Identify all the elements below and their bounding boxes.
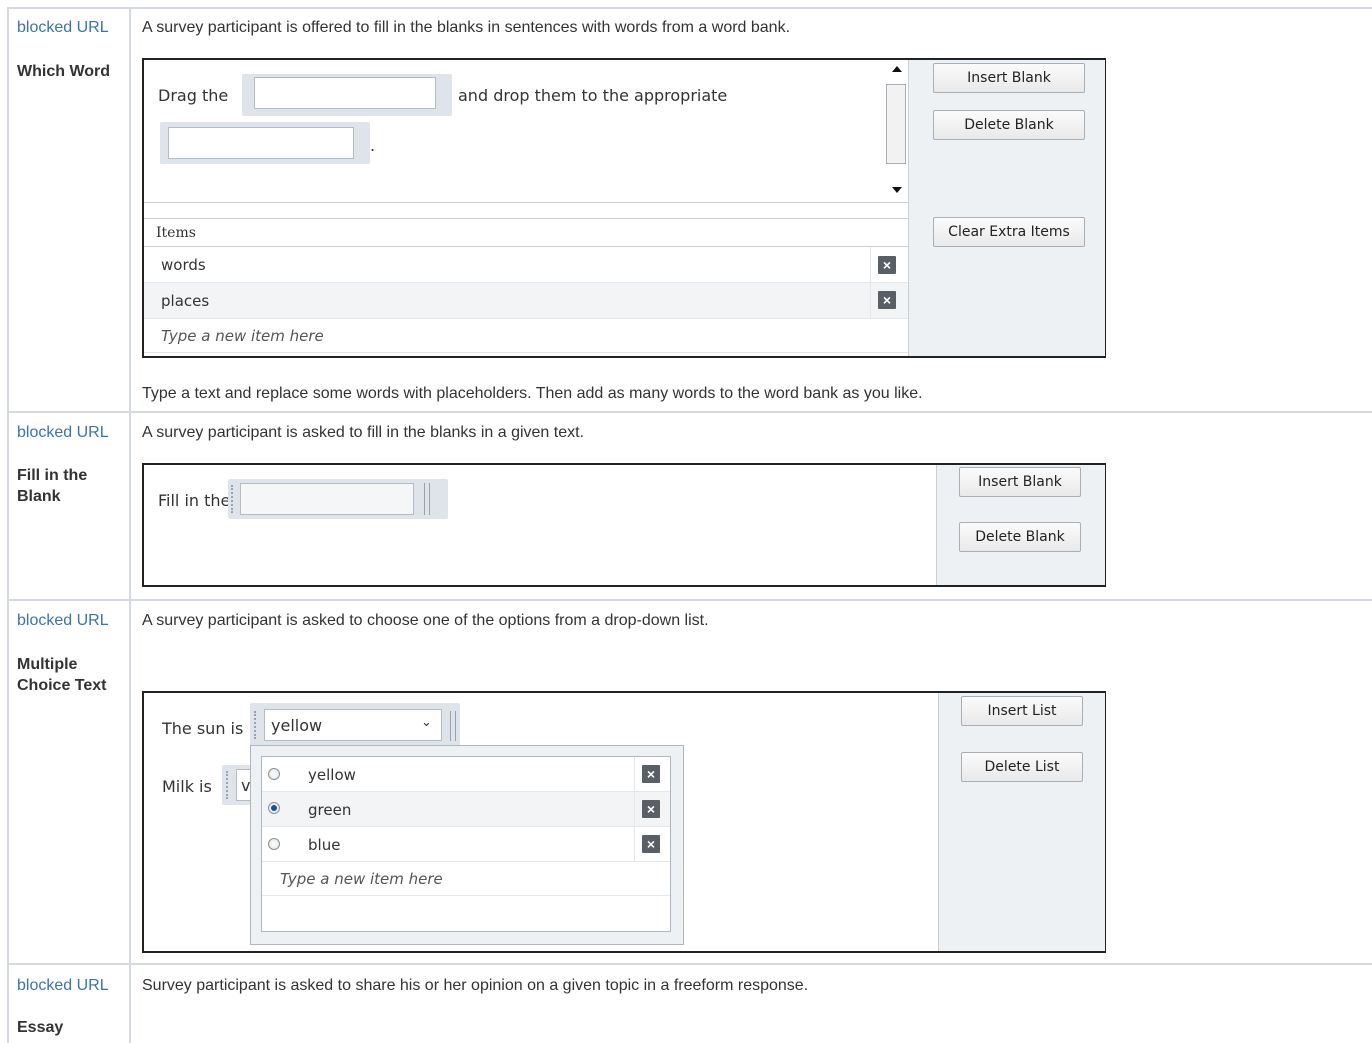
row-note: Type a text and replace some words with … bbox=[142, 385, 923, 402]
close-icon[interactable]: × bbox=[878, 291, 896, 309]
scrollbar[interactable] bbox=[886, 60, 906, 202]
close-icon[interactable]: × bbox=[878, 256, 896, 274]
which-word-screenshot: Drag the and drop them to the appropriat… bbox=[142, 58, 1106, 358]
button-panel: Insert Blank Delete Blank Clear Extra It… bbox=[908, 60, 1105, 356]
blank-placeholder[interactable] bbox=[160, 122, 370, 164]
blank-placeholder[interactable] bbox=[228, 479, 448, 519]
grid-header: Items bbox=[144, 219, 908, 247]
option-row[interactable]: yellow × bbox=[262, 757, 670, 792]
radio-button[interactable] bbox=[268, 802, 280, 814]
sentence-text: The sun is bbox=[162, 719, 244, 738]
sentence-text: Fill in the bbox=[158, 491, 231, 510]
sentence-text: . bbox=[370, 136, 376, 155]
clear-extra-items-button[interactable]: Clear Extra Items bbox=[933, 217, 1085, 247]
row-title: Essay bbox=[17, 1019, 64, 1036]
sentence-text: Milk is bbox=[162, 777, 212, 796]
multiple-choice-text-screenshot: The sun is yellow ⌄ Milk is v yellow × g… bbox=[142, 691, 1106, 953]
close-icon[interactable]: × bbox=[642, 835, 660, 853]
table-border-top bbox=[7, 7, 1372, 9]
dropdown-placeholder[interactable]: yellow ⌄ bbox=[250, 703, 460, 747]
row-link[interactable]: blocked URL bbox=[17, 612, 109, 630]
sentence-text: and drop them to the appropriate bbox=[458, 86, 728, 105]
delete-list-button[interactable]: Delete List bbox=[961, 752, 1083, 782]
close-icon[interactable]: × bbox=[642, 800, 660, 818]
options-popup: yellow × green × blue × Type a new item … bbox=[250, 745, 684, 945]
option-label: green bbox=[308, 801, 352, 819]
option-row[interactable]: blue × bbox=[262, 827, 670, 862]
arrow-up-icon[interactable] bbox=[892, 66, 902, 72]
row-description: A survey participant is asked to fill in… bbox=[142, 424, 585, 441]
sentence-editor[interactable]: Drag the and drop them to the appropriat… bbox=[144, 60, 908, 203]
fill-in-blank-screenshot: Fill in the Insert Blank Delete Blank bbox=[142, 463, 1106, 587]
option-label: blue bbox=[308, 836, 341, 854]
row-description: A survey participant is offered to fill … bbox=[142, 19, 791, 36]
option-row[interactable]: green × bbox=[262, 792, 670, 827]
delete-blank-button[interactable]: Delete Blank bbox=[959, 522, 1081, 552]
item-label: words bbox=[161, 256, 206, 274]
column-divider bbox=[129, 7, 131, 1043]
row-link[interactable]: blocked URL bbox=[17, 977, 109, 995]
delete-blank-button[interactable]: Delete Blank bbox=[933, 110, 1085, 140]
row-divider bbox=[7, 599, 1372, 601]
sentence-text: Drag the bbox=[158, 86, 229, 105]
row-title: Which Word bbox=[17, 63, 111, 80]
option-label: yellow bbox=[308, 766, 356, 784]
button-panel: Insert Blank Delete Blank bbox=[936, 465, 1105, 585]
blank-placeholder[interactable] bbox=[242, 74, 452, 116]
row-divider bbox=[7, 411, 1372, 413]
list-item[interactable]: words × bbox=[144, 247, 908, 283]
dropdown-value: yellow bbox=[271, 716, 323, 735]
row-divider bbox=[7, 963, 1372, 965]
options-grid: yellow × green × blue × Type a new item … bbox=[261, 756, 671, 932]
row-description: A survey participant is asked to choose … bbox=[142, 612, 709, 629]
button-panel: Insert List Delete List bbox=[938, 693, 1105, 951]
close-icon[interactable]: × bbox=[642, 765, 660, 783]
radio-button[interactable] bbox=[268, 768, 280, 780]
row-link[interactable]: blocked URL bbox=[17, 19, 109, 37]
chevron-down-icon[interactable]: ⌄ bbox=[421, 714, 432, 730]
row-description: Survey participant is asked to share his… bbox=[142, 977, 809, 994]
new-item-input[interactable]: Type a new item here bbox=[280, 870, 443, 888]
row-title: Fill in the Blank bbox=[17, 467, 88, 505]
new-item-input[interactable]: Type a new item here bbox=[161, 327, 324, 345]
insert-list-button[interactable]: Insert List bbox=[961, 696, 1083, 726]
item-label: places bbox=[161, 292, 210, 310]
scrollbar-thumb[interactable] bbox=[886, 84, 906, 164]
row-title: Multiple Choice Text bbox=[17, 656, 107, 694]
table-border-left bbox=[7, 7, 9, 1043]
grid-header-label: Items bbox=[156, 225, 196, 241]
list-item[interactable]: places × bbox=[144, 283, 908, 319]
new-item-row[interactable]: Type a new item here bbox=[262, 862, 670, 896]
insert-blank-button[interactable]: Insert Blank bbox=[959, 467, 1081, 497]
dropdown-select[interactable]: yellow ⌄ bbox=[264, 709, 442, 741]
radio-button[interactable] bbox=[268, 838, 280, 850]
arrow-down-icon[interactable] bbox=[892, 187, 902, 193]
row-link[interactable]: blocked URL bbox=[17, 424, 109, 442]
insert-blank-button[interactable]: Insert Blank bbox=[933, 63, 1085, 93]
word-bank-grid: Items words × places × Type a new item h… bbox=[144, 218, 908, 357]
new-item-row[interactable]: Type a new item here bbox=[144, 319, 908, 353]
